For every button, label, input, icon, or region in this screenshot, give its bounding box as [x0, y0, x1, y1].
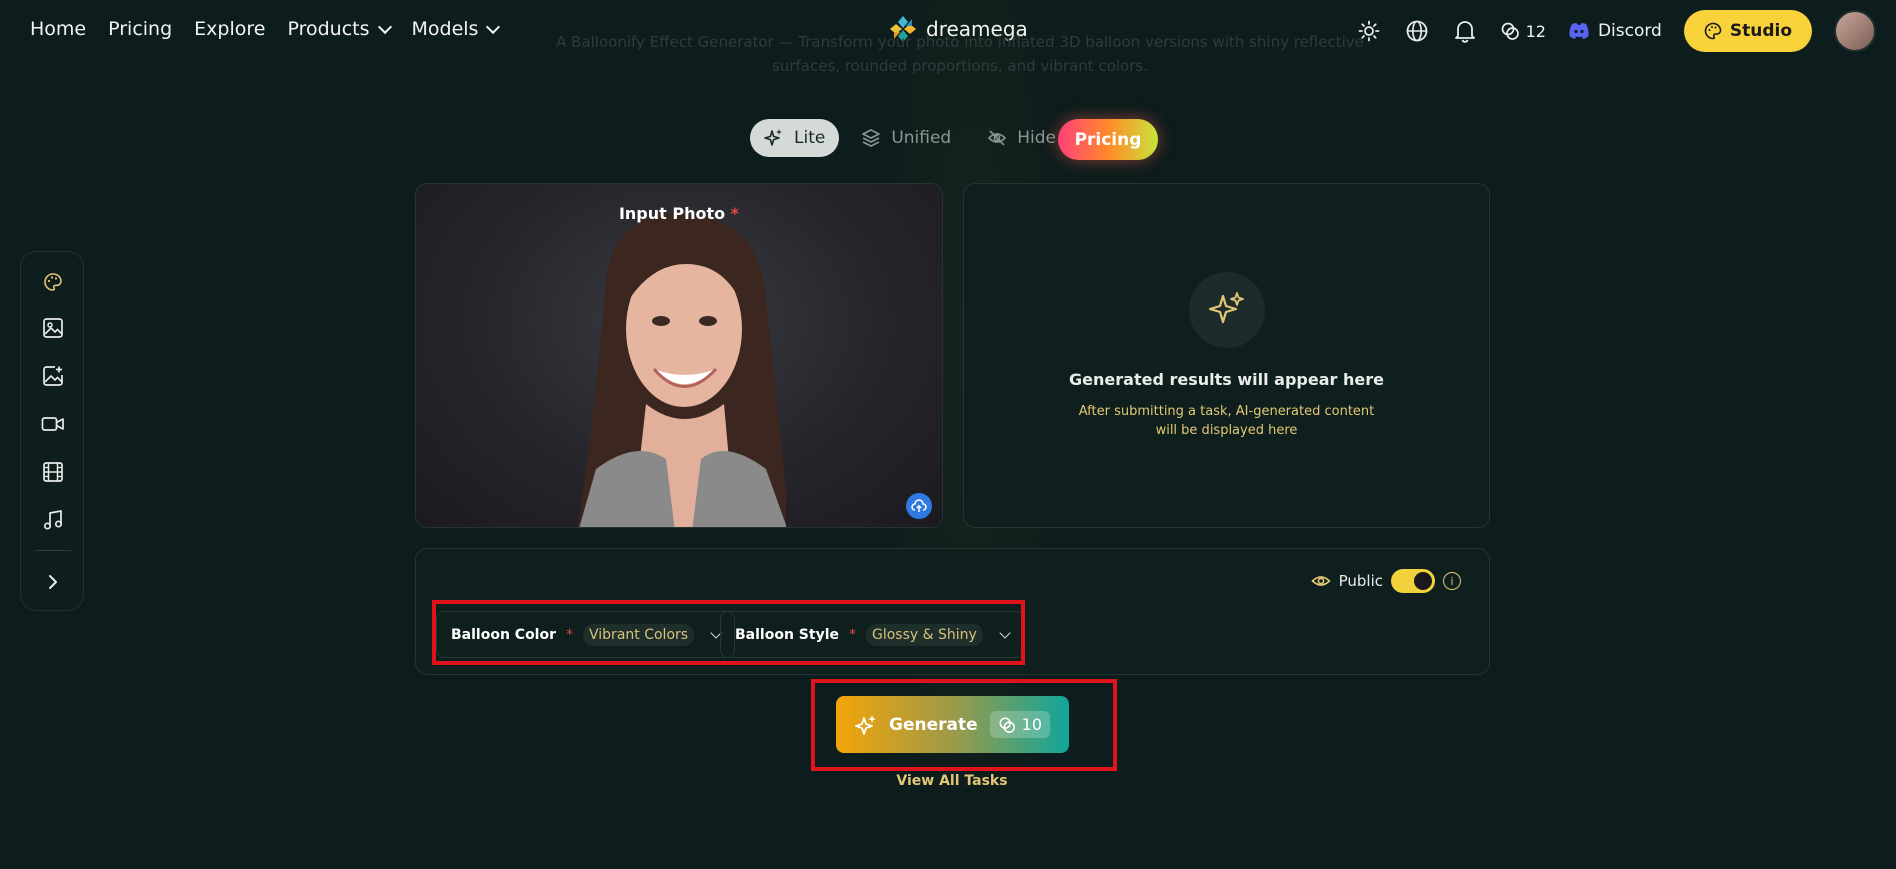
pricing-pill-button[interactable]: Pricing: [1058, 119, 1158, 160]
sidebar-film-button[interactable]: [39, 458, 67, 486]
info-icon[interactable]: i: [1443, 572, 1461, 590]
required-asterisk: *: [849, 626, 856, 643]
output-placeholder-title: Generated results will appear here: [1069, 370, 1384, 389]
music-note-icon: [43, 510, 63, 530]
sidebar-music-button[interactable]: [39, 506, 67, 534]
image-plus-icon: [43, 366, 63, 386]
nav-products-label: Products: [287, 18, 370, 40]
balloon-color-label: Balloon Color: [451, 626, 557, 643]
public-label: Public: [1338, 572, 1383, 590]
page-description: A Balloonify Effect Generator — Transfor…: [556, 33, 1364, 75]
chevron-down-icon: [486, 19, 501, 34]
palette-icon: [44, 273, 62, 291]
sidebar-image-button[interactable]: [39, 314, 67, 342]
nav-models-label: Models: [411, 18, 479, 40]
coins-icon: [999, 716, 1015, 733]
mode-lite-button[interactable]: Lite: [750, 119, 840, 157]
sparkles-icon: [855, 714, 876, 735]
sparkles-icon: [1208, 292, 1244, 324]
nav-home-label: Home: [30, 18, 87, 40]
notifications-button[interactable]: [1452, 18, 1478, 44]
uploaded-photo: [416, 184, 942, 527]
sparkles-icon: [764, 129, 782, 146]
nav-pricing-label: Pricing: [108, 18, 173, 40]
portrait-image: [577, 213, 786, 527]
tool-sidebar: [20, 251, 84, 611]
generate-button[interactable]: Generate 10: [836, 696, 1069, 753]
sidebar-divider: [35, 550, 71, 551]
globe-icon: [1406, 20, 1427, 42]
public-visibility-row: Public i: [1310, 569, 1461, 593]
mode-lite-label: Lite: [794, 128, 826, 148]
studio-label: Studio: [1729, 21, 1792, 41]
nav-explore-label: Explore: [194, 18, 266, 40]
nav-products-dropdown[interactable]: Products: [287, 18, 392, 40]
layers-icon: [862, 129, 881, 147]
required-asterisk: *: [730, 204, 740, 223]
balloon-style-select[interactable]: Balloon Style * Glossy & Shiny: [720, 611, 1024, 658]
sidebar-palette-button[interactable]: [39, 268, 67, 296]
language-button[interactable]: [1404, 18, 1430, 44]
image-icon: [43, 318, 63, 338]
generate-label: Generate: [889, 714, 978, 735]
nav-pricing-link[interactable]: Pricing: [108, 18, 172, 40]
required-asterisk: *: [566, 626, 574, 643]
input-photo-label: Input Photo *: [416, 204, 942, 223]
nav-right-actions: 12 Discord Studio: [1356, 10, 1876, 52]
balloon-style-label: Balloon Style: [735, 626, 839, 643]
coins-icon: [1501, 22, 1519, 40]
mode-hide-label: Hide: [1017, 128, 1056, 148]
cloud-upload-icon: [911, 499, 927, 512]
toggle-knob: [1414, 572, 1432, 590]
mode-unified-label: Unified: [891, 128, 952, 148]
balloon-style-value: Glossy & Shiny: [866, 623, 983, 646]
eye-icon: [1310, 576, 1331, 586]
bell-icon: [1454, 21, 1475, 43]
mode-hide-button[interactable]: Hide: [973, 119, 1070, 157]
output-placeholder-subtitle: After submitting a task, AI-generated co…: [1078, 404, 1375, 438]
mode-unified-button[interactable]: Unified: [847, 119, 965, 157]
eye-off-icon: [988, 130, 1007, 146]
credits-balance[interactable]: 12: [1500, 21, 1546, 41]
film-icon: [43, 462, 63, 482]
sidebar-image-generate-button[interactable]: [39, 362, 67, 390]
discord-label: Discord: [1597, 21, 1662, 41]
video-camera-icon: [41, 417, 64, 431]
input-photo-panel[interactable]: Input Photo *: [415, 183, 943, 528]
balloon-color-value: Vibrant Colors: [583, 623, 695, 646]
input-photo-title: Input Photo: [618, 204, 726, 223]
view-all-tasks-link[interactable]: View All Tasks: [852, 773, 1052, 789]
discord-icon: [1569, 23, 1589, 39]
nav-links: Home Pricing Explore Products Models: [30, 18, 501, 40]
nav-explore-link[interactable]: Explore: [194, 18, 265, 40]
discord-link[interactable]: Discord: [1568, 21, 1662, 41]
generate-cost-badge: 10: [989, 711, 1050, 738]
nav-home-link[interactable]: Home: [30, 18, 86, 40]
sparkles-icon-circle: [1189, 272, 1265, 348]
user-avatar[interactable]: [1834, 10, 1876, 52]
credits-count: 12: [1525, 21, 1546, 41]
output-results-panel: Generated results will appear here After…: [963, 183, 1490, 528]
public-toggle[interactable]: [1391, 569, 1435, 593]
chevron-down-icon: [377, 19, 392, 34]
mode-switcher: Lite Unified Hide: [750, 119, 1070, 157]
chevron-right-icon: [49, 575, 57, 589]
chevron-down-icon: [999, 626, 1011, 639]
generate-cost: 10: [1021, 715, 1042, 734]
palette-icon: [1704, 22, 1722, 40]
upload-photo-button[interactable]: [906, 493, 932, 519]
studio-button[interactable]: Studio: [1683, 10, 1812, 52]
sidebar-expand-button[interactable]: [39, 568, 67, 596]
sidebar-video-button[interactable]: [39, 410, 67, 438]
nav-models-dropdown[interactable]: Models: [411, 18, 501, 40]
balloon-color-select[interactable]: Balloon Color * Vibrant Colors: [436, 611, 736, 658]
